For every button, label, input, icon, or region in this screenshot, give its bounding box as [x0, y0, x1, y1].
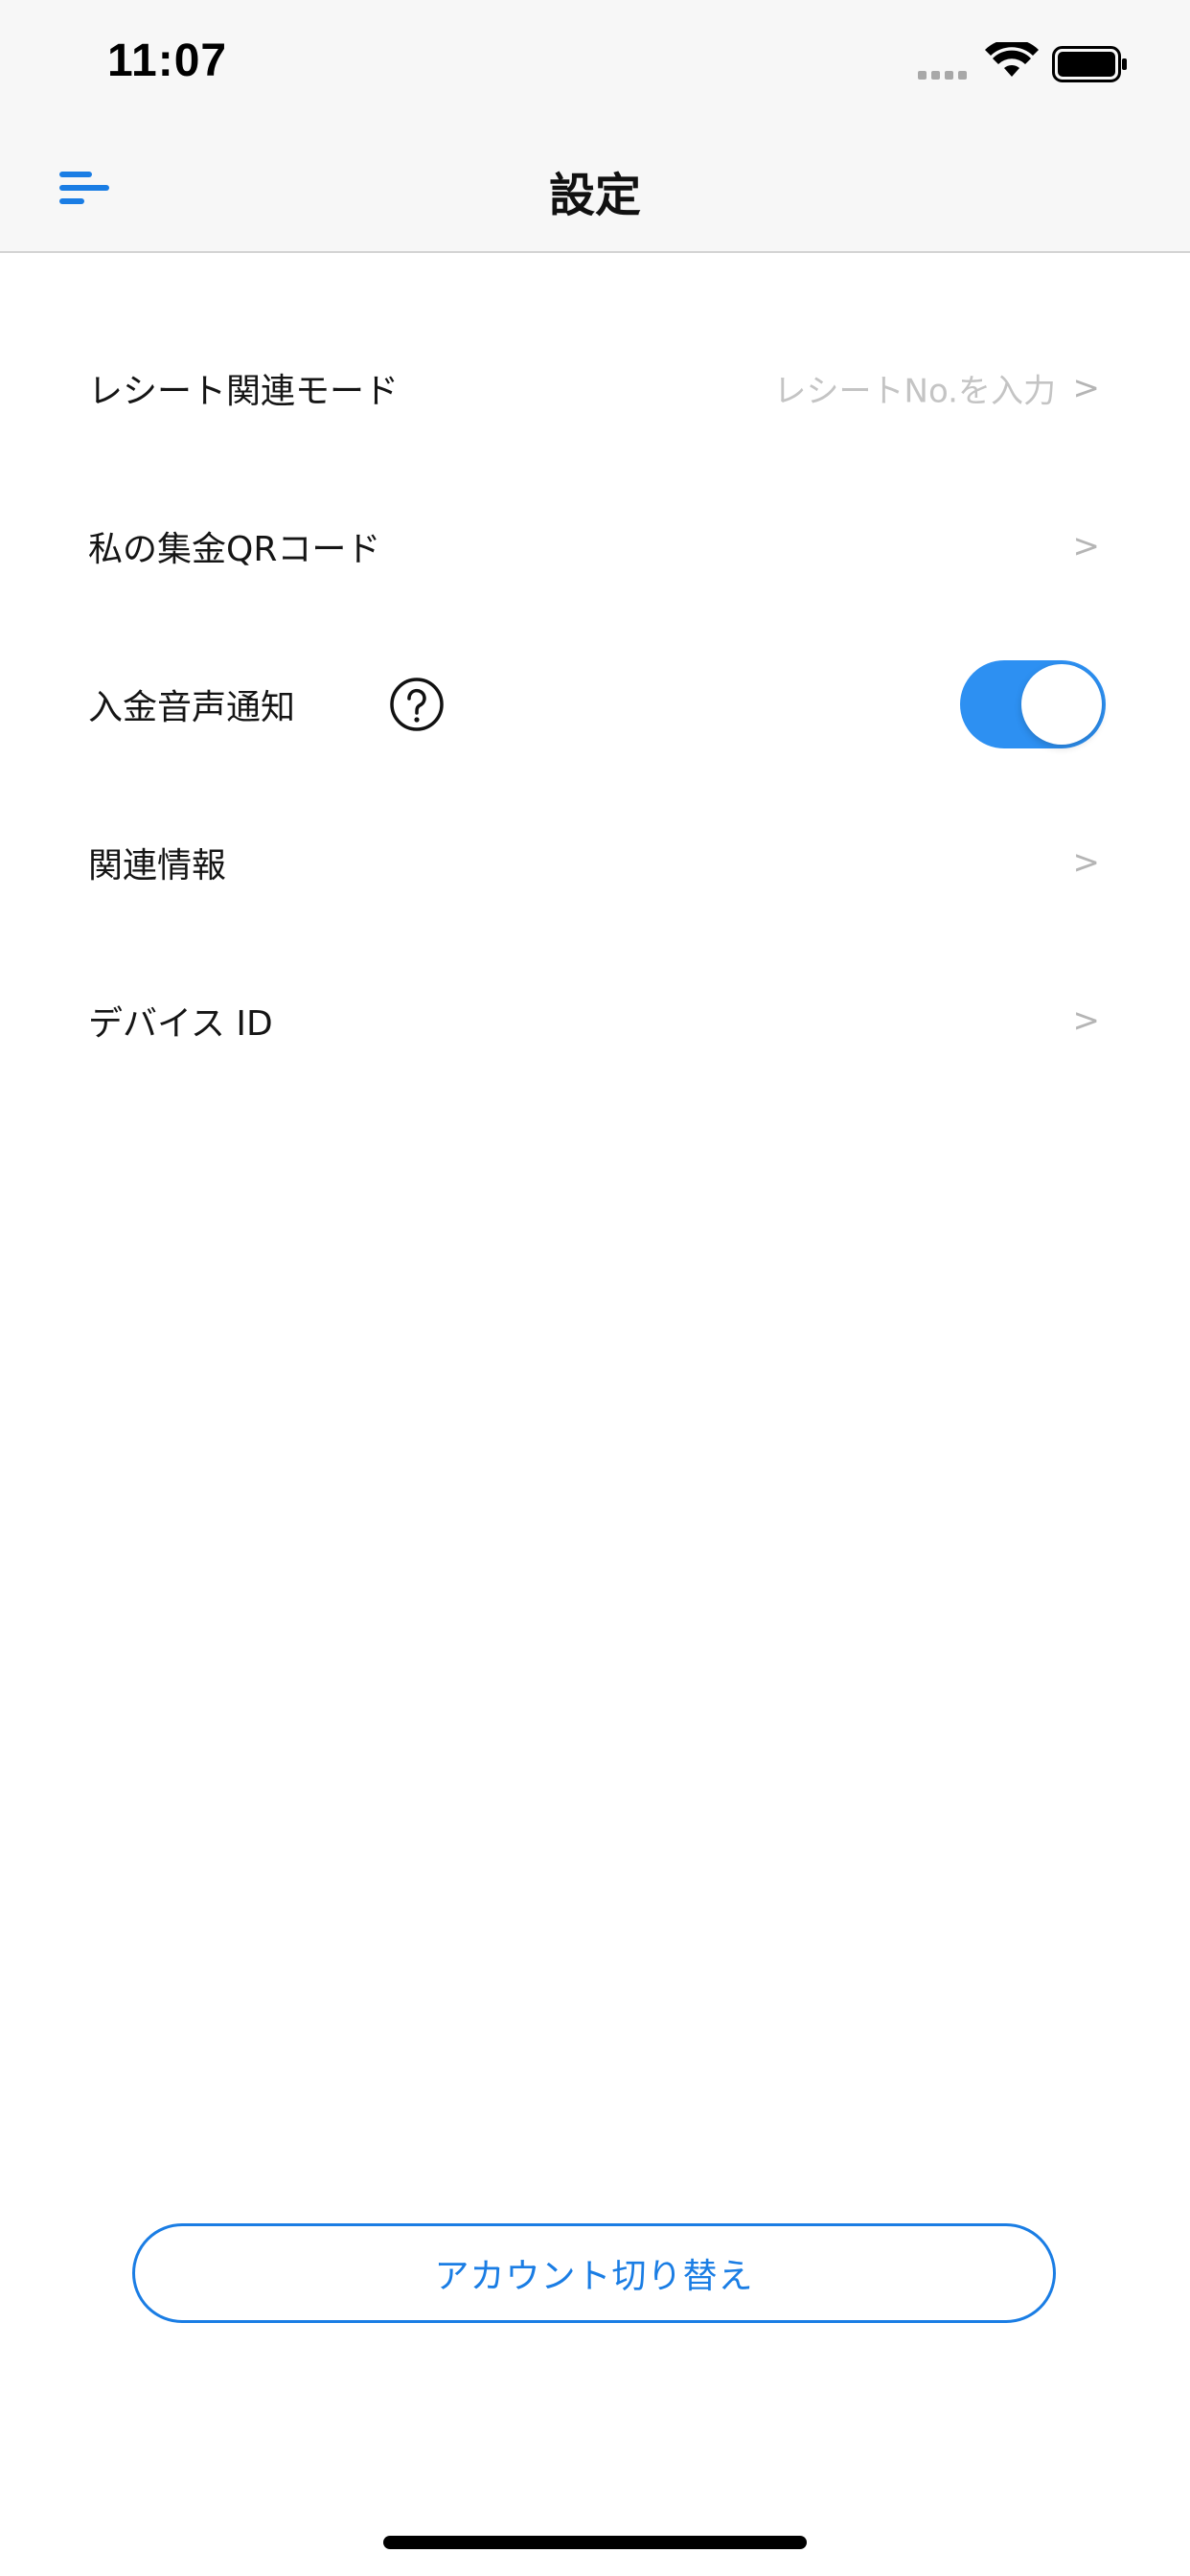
question-circle-icon[interactable] — [389, 677, 445, 732]
payment-voice-notification-row: 入金音声通知 — [0, 632, 1190, 776]
row-label: 関連情報 — [88, 846, 227, 886]
receipt-mode-row[interactable]: レシート関連モード レシートNo.を入力 > — [0, 316, 1190, 460]
toggle-knob — [1021, 664, 1102, 745]
row-label: レシート関連モード — [88, 372, 400, 411]
home-indicator[interactable] — [383, 2536, 807, 2549]
row-label: 私の集金QRコード — [88, 530, 381, 569]
switch-account-button[interactable]: アカウント切り替え — [132, 2223, 1056, 2323]
switch-account-label: アカウント切り替え — [434, 2257, 754, 2296]
chevron-right-icon: > — [1072, 369, 1101, 407]
chevron-right-icon: > — [1072, 527, 1101, 565]
device-id-row[interactable]: デバイス ID > — [0, 949, 1190, 1092]
row-label: デバイス ID — [88, 1004, 273, 1044]
voice-notification-toggle[interactable] — [960, 660, 1106, 748]
row-label: 入金音声通知 — [88, 688, 296, 727]
chevron-right-icon: > — [1072, 843, 1101, 882]
cellular-signal-icon — [918, 71, 967, 80]
navigation-header: 11:07 設定 — [0, 0, 1190, 253]
receipt-mode-value: レシートNo.を入力 — [773, 372, 1056, 411]
battery-icon — [1052, 46, 1127, 82]
related-info-row[interactable]: 関連情報 > — [0, 791, 1190, 934]
collection-qr-code-row[interactable]: 私の集金QRコード > — [0, 474, 1190, 618]
chevron-right-icon: > — [1072, 1001, 1101, 1040]
wifi-icon — [985, 42, 1039, 77]
status-time: 11:07 — [107, 35, 228, 86]
page-title: 設定 — [548, 169, 641, 222]
